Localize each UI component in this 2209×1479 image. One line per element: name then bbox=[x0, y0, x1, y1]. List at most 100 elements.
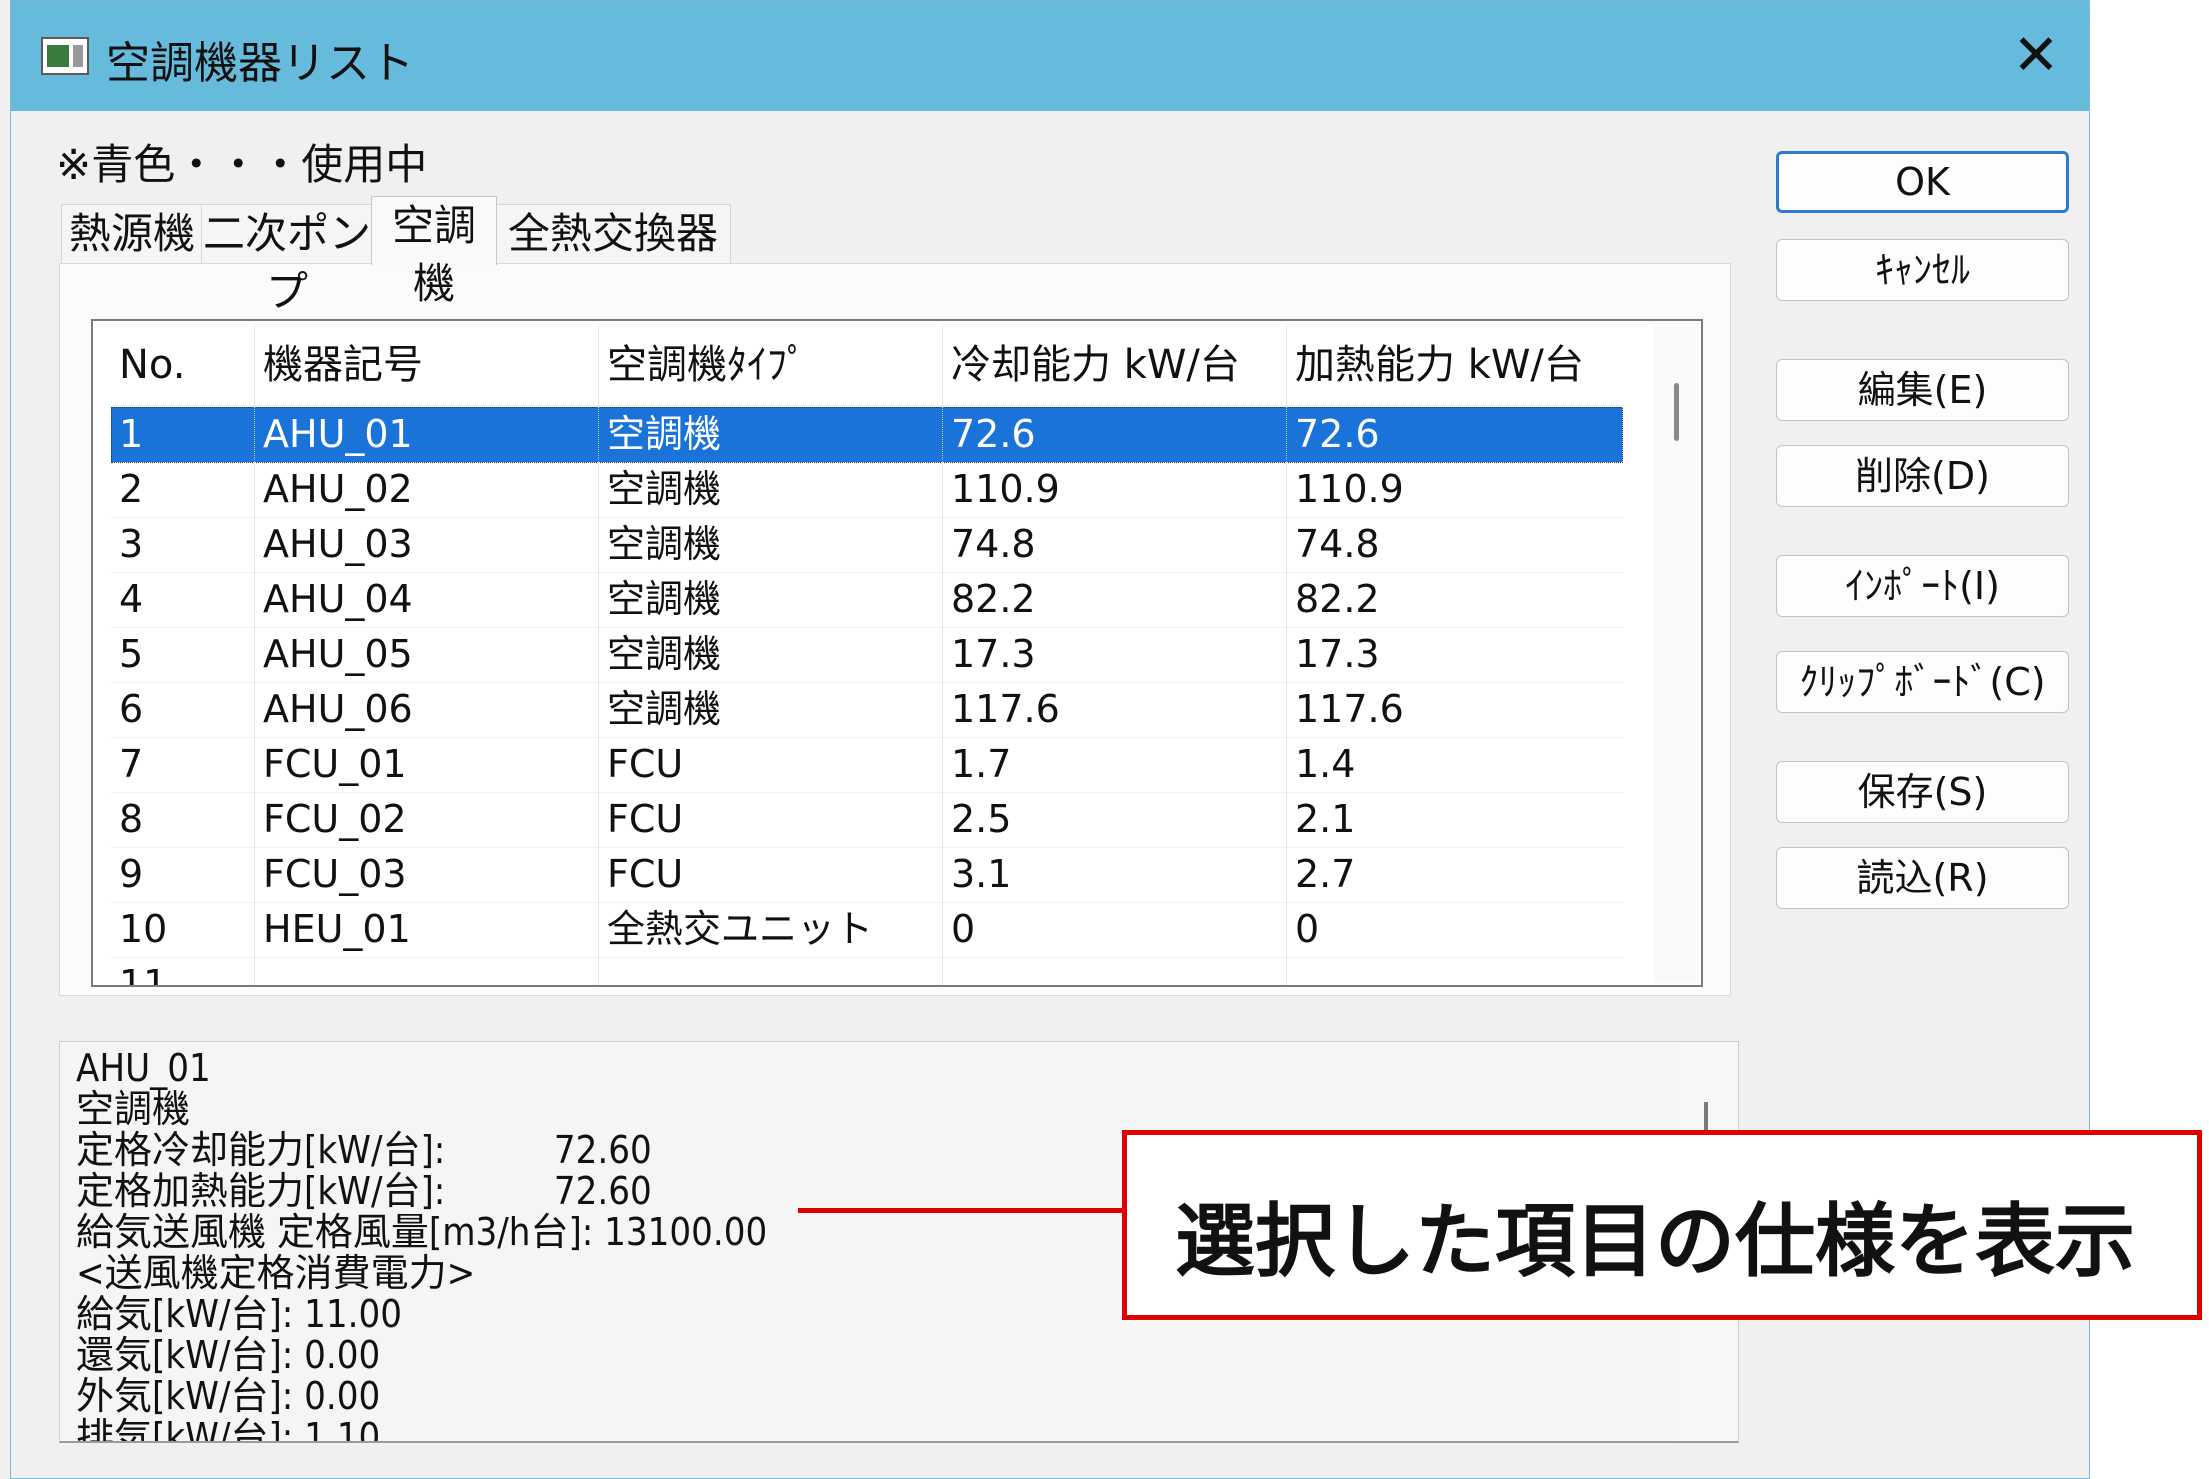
cell-no: 10 bbox=[111, 902, 255, 957]
header-equipment-code[interactable]: 機器記号 bbox=[255, 325, 599, 405]
tab-heat-source[interactable]: 熱源機 bbox=[61, 204, 203, 263]
table-row[interactable]: 4 AHU_04 空調機 82.2 82.2 bbox=[111, 572, 1623, 628]
cell-heating-capacity: 1.4 bbox=[1295, 742, 1356, 786]
cell-ahu-type: 空調機 bbox=[599, 517, 943, 572]
cell-equipment-code: AHU_02 bbox=[255, 462, 599, 517]
cell-no: 4 bbox=[111, 572, 255, 627]
clipboard-button[interactable]: ｸﾘｯﾌﾟﾎﾞｰﾄﾞ(C) bbox=[1776, 651, 2069, 713]
spec-detail-text: AHU_01 空調機 定格冷却能力[kW/台]: 72.60 定格加熱能力[kW/台]… bbox=[76, 1046, 768, 1443]
detail-line: 外気[kW/台]: 0.00 bbox=[76, 1374, 381, 1418]
cell-no: 2 bbox=[111, 462, 255, 517]
cell-heating-capacity: 74.8 bbox=[1295, 522, 1380, 566]
equipment-table[interactable]: No. 機器記号 空調機ﾀｲﾌﾟ 冷却能力 kW/台 加熱能力 kW/台 1 A… bbox=[91, 319, 1703, 987]
save-button[interactable]: 保存(S) bbox=[1776, 761, 2069, 823]
title-bar[interactable]: 空調機器リスト ✕ bbox=[11, 1, 2089, 111]
import-button[interactable]: ｲﾝﾎﾟｰﾄ(I) bbox=[1776, 555, 2069, 617]
window-title: 空調機器リスト bbox=[106, 38, 414, 89]
annotation-callout: 選択した項目の仕様を表示 bbox=[1122, 1130, 2202, 1320]
callout-connector-line bbox=[798, 1208, 1123, 1213]
cell-cooling-capacity: 110.9 bbox=[943, 462, 1287, 517]
cell-heating-capacity: 72.6 bbox=[1287, 407, 1623, 462]
cell-cooling-capacity: 0 bbox=[943, 902, 1287, 957]
header-ahu-type[interactable]: 空調機ﾀｲﾌﾟ bbox=[599, 325, 943, 405]
table-row[interactable]: 2 AHU_02 空調機 110.9 110.9 bbox=[111, 462, 1623, 518]
cell-ahu-type: 空調機 bbox=[599, 572, 943, 627]
close-button[interactable]: ✕ bbox=[2001, 21, 2071, 91]
cell-cooling-capacity: 82.2 bbox=[943, 572, 1287, 627]
cell-ahu-type: 空調機 bbox=[599, 627, 943, 682]
cell-cooling-capacity: 1.7 bbox=[943, 737, 1287, 792]
cell-heating-capacity: 110.9 bbox=[1295, 467, 1404, 511]
table-header-row: No. 機器記号 空調機ﾀｲﾌﾟ 冷却能力 kW/台 加熱能力 kW/台 bbox=[111, 325, 1623, 406]
cell-cooling-capacity: 117.6 bbox=[943, 682, 1287, 737]
cell-heating-capacity: 2.1 bbox=[1295, 797, 1356, 841]
cell-no: 6 bbox=[111, 682, 255, 737]
cell-equipment-code: AHU_04 bbox=[255, 572, 599, 627]
table-row[interactable]: 6 AHU_06 空調機 117.6 117.6 bbox=[111, 682, 1623, 738]
cell-cooling-capacity: 72.6 bbox=[943, 407, 1287, 462]
cell-heating-capacity: 82.2 bbox=[1295, 577, 1380, 621]
detail-line: 定格加熱能力[kW/台]: 72.60 bbox=[76, 1169, 652, 1213]
table-row[interactable]: 8 FCU_02 FCU 2.5 2.1 bbox=[111, 792, 1623, 848]
cell-cooling-capacity bbox=[943, 957, 1287, 985]
detail-line: 給気送風機 定格風量[m3/h台]: 13100.00 bbox=[76, 1210, 768, 1254]
table-row[interactable]: 9 FCU_03 FCU 3.1 2.7 bbox=[111, 847, 1623, 903]
cell-ahu-type: FCU bbox=[599, 847, 943, 902]
table-row[interactable]: 7 FCU_01 FCU 1.7 1.4 bbox=[111, 737, 1623, 793]
usage-note: ※青色・・・使用中 bbox=[56, 140, 428, 189]
cell-ahu-type bbox=[599, 957, 943, 985]
cell-no: 8 bbox=[111, 792, 255, 847]
cell-equipment-code bbox=[255, 957, 599, 985]
cell-equipment-code: FCU_01 bbox=[255, 737, 599, 792]
detail-line: 空調機 bbox=[76, 1087, 191, 1131]
window-app-icon bbox=[41, 37, 89, 75]
detail-line: AHU_01 bbox=[76, 1046, 211, 1090]
detail-line: 定格冷却能力[kW/台]: 72.60 bbox=[76, 1128, 652, 1172]
detail-line: 還気[kW/台]: 0.00 bbox=[76, 1333, 381, 1377]
detail-line: 給気[kW/台]: 11.00 bbox=[76, 1292, 403, 1336]
cell-equipment-code: AHU_03 bbox=[255, 517, 599, 572]
cell-equipment-code: FCU_03 bbox=[255, 847, 599, 902]
detail-line: 排気[kW/台]: 1.10 bbox=[76, 1415, 381, 1443]
cell-equipment-code: HEU_01 bbox=[255, 902, 599, 957]
cell-no: 9 bbox=[111, 847, 255, 902]
cell-ahu-type: FCU bbox=[599, 792, 943, 847]
table-row[interactable]: 5 AHU_05 空調機 17.3 17.3 bbox=[111, 627, 1623, 683]
cell-equipment-code: AHU_06 bbox=[255, 682, 599, 737]
cell-heating-capacity: 117.6 bbox=[1295, 687, 1404, 731]
table-scrollbar-thumb[interactable] bbox=[1674, 383, 1679, 441]
callout-text: 選択した項目の仕様を表示 bbox=[1175, 1195, 2135, 1288]
cell-ahu-type: 空調機 bbox=[599, 682, 943, 737]
table-row[interactable]: 3 AHU_03 空調機 74.8 74.8 bbox=[111, 517, 1623, 573]
table-row[interactable]: 10 HEU_01 全熱交ユニット 0 0 bbox=[111, 902, 1623, 958]
cell-cooling-capacity: 17.3 bbox=[943, 627, 1287, 682]
load-button[interactable]: 読込(R) bbox=[1776, 847, 2069, 909]
edit-button[interactable]: 編集(E) bbox=[1776, 359, 2069, 421]
cell-equipment-code: FCU_02 bbox=[255, 792, 599, 847]
tab-air-handler[interactable]: 空調機 bbox=[371, 196, 497, 308]
tab-heat-exchanger[interactable]: 全熱交換器 bbox=[495, 204, 731, 263]
cell-heating-capacity: 2.7 bbox=[1295, 852, 1356, 896]
table-scrollbar[interactable] bbox=[1653, 323, 1699, 983]
cell-heating-capacity: 17.3 bbox=[1295, 632, 1380, 676]
header-cooling-capacity[interactable]: 冷却能力 kW/台 bbox=[943, 325, 1287, 405]
delete-button[interactable]: 削除(D) bbox=[1776, 445, 2069, 507]
header-heating-capacity[interactable]: 加熱能力 kW/台 bbox=[1287, 325, 1623, 405]
header-no[interactable]: No. bbox=[111, 325, 255, 405]
table-row[interactable]: 1 AHU_01 空調機 72.6 72.6 bbox=[111, 407, 1623, 463]
cell-no: 5 bbox=[111, 627, 255, 682]
cell-ahu-type: FCU bbox=[599, 737, 943, 792]
cell-ahu-type: 全熱交ユニット bbox=[599, 902, 943, 957]
table-row[interactable]: 11 bbox=[111, 957, 1623, 985]
cell-cooling-capacity: 2.5 bbox=[943, 792, 1287, 847]
cell-cooling-capacity: 74.8 bbox=[943, 517, 1287, 572]
cell-cooling-capacity: 3.1 bbox=[943, 847, 1287, 902]
cancel-button[interactable]: ｷｬﾝｾﾙ bbox=[1776, 239, 2069, 301]
tab-secondary-pump[interactable]: 二次ポンプ bbox=[201, 204, 373, 316]
detail-line: <送風機定格消費電力> bbox=[76, 1251, 476, 1295]
cell-equipment-code: AHU_01 bbox=[255, 407, 599, 462]
cell-heating-capacity bbox=[1287, 957, 1623, 985]
ok-button[interactable]: OK bbox=[1776, 151, 2069, 213]
cell-no: 11 bbox=[111, 957, 255, 985]
cell-ahu-type: 空調機 bbox=[599, 407, 943, 462]
